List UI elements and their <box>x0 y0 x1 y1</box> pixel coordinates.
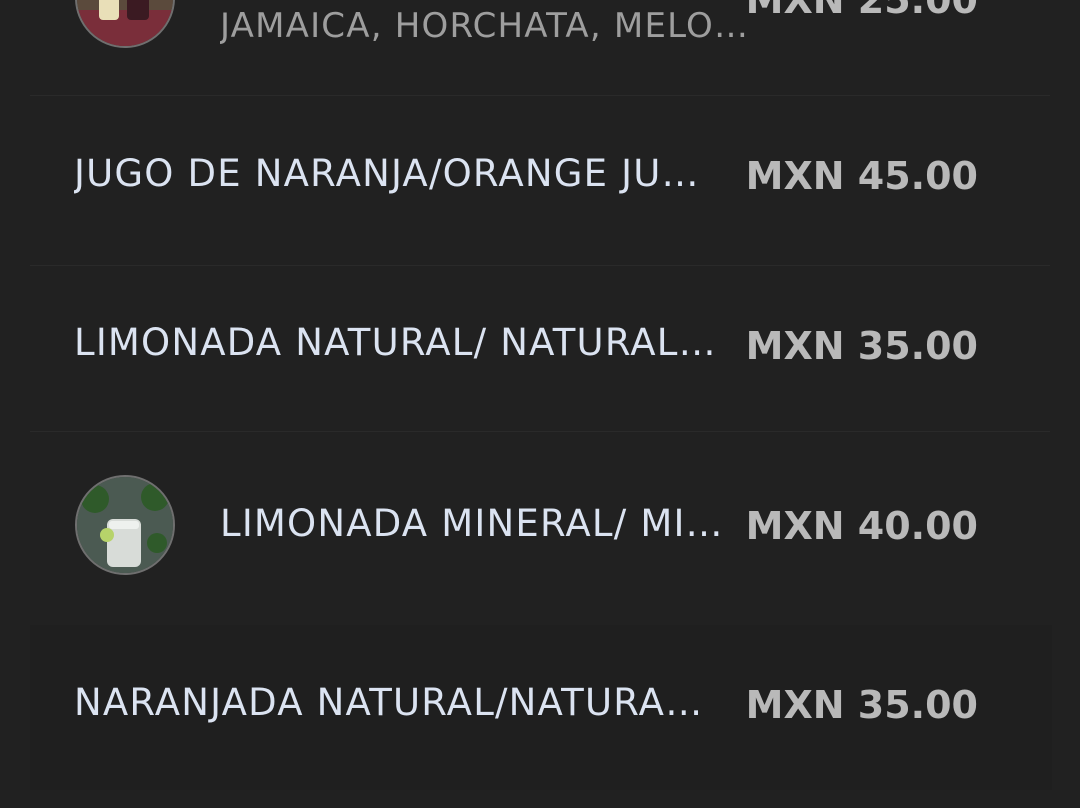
item-thumbnail-limonada-mineral <box>75 475 175 575</box>
menu-item-aguas-frescas[interactable]: JAMAICA, HORCHATA, MELO… MXN 25.00 <box>30 0 1050 95</box>
item-price: MXN 35.00 <box>745 324 978 368</box>
menu-item-limonada-mineral[interactable]: LIMONADA MINERAL/ MI… MXN 40.00 <box>30 432 1050 624</box>
item-name: LIMONADA MINERAL/ MI… <box>220 502 724 545</box>
item-description: JAMAICA, HORCHATA, MELO… <box>220 6 750 46</box>
menu-item-naranjada-natural[interactable]: NARANJADA NATURAL/NATURA… MXN 35.00 <box>30 625 1050 790</box>
item-price: MXN 25.00 <box>745 0 978 22</box>
item-price: MXN 35.00 <box>745 683 978 727</box>
item-name: LIMONADA NATURAL/ NATURAL… <box>74 321 717 364</box>
item-price: MXN 45.00 <box>745 154 978 198</box>
menu-list: JAMAICA, HORCHATA, MELO… MXN 25.00 JUGO … <box>0 0 1080 808</box>
item-thumbnail-aguas-frescas <box>75 0 175 48</box>
item-name: NARANJADA NATURAL/NATURA… <box>74 681 704 724</box>
menu-item-limonada-natural[interactable]: LIMONADA NATURAL/ NATURAL… MXN 35.00 <box>30 266 1050 430</box>
item-name: JUGO DE NARANJA/ORANGE JU… <box>74 152 700 195</box>
menu-item-jugo-naranja[interactable]: JUGO DE NARANJA/ORANGE JU… MXN 45.00 <box>30 96 1050 264</box>
item-price: MXN 40.00 <box>745 504 978 548</box>
